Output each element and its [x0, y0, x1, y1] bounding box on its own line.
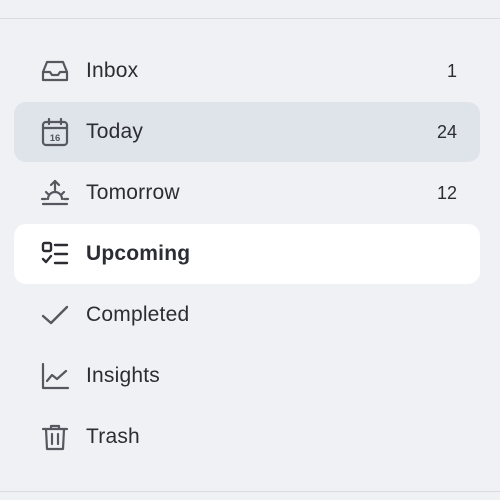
- sidebar-item-upcoming[interactable]: Upcoming: [14, 224, 480, 284]
- sidebar-item-today[interactable]: 16 Today 24: [14, 102, 480, 162]
- calendar-today-icon: 16: [38, 115, 72, 149]
- sidebar-item-label: Upcoming: [86, 242, 191, 265]
- sidebar-item-completed[interactable]: Completed: [14, 285, 480, 345]
- trash-icon: [38, 420, 72, 454]
- sidebar-item-label: Tomorrow: [86, 181, 180, 204]
- sidebar-item-trash[interactable]: Trash: [14, 407, 480, 467]
- calendar-day-text: 16: [50, 133, 61, 144]
- sidebar-item-label: Insights: [86, 364, 160, 387]
- top-divider: [0, 18, 500, 19]
- sidebar-item-inbox[interactable]: Inbox 1: [14, 41, 480, 101]
- sidebar-item-label: Completed: [86, 303, 190, 326]
- sunrise-icon: [38, 176, 72, 210]
- sidebar-item-label: Inbox: [86, 59, 139, 82]
- bottom-divider: [0, 491, 500, 492]
- line-chart-icon: [38, 359, 72, 393]
- sidebar-item-count: 1: [446, 60, 457, 81]
- sidebar-item-count: 12: [436, 182, 457, 203]
- checkmark-icon: [38, 298, 72, 332]
- sidebar-item-label: Today: [86, 120, 144, 143]
- inbox-icon: [38, 54, 72, 88]
- sidebar-item-label: Trash: [86, 425, 140, 448]
- sidebar-item-insights[interactable]: Insights: [14, 346, 480, 406]
- sidebar-item-count: 24: [436, 121, 457, 142]
- sidebar-nav: Inbox 1 16 Today 24 Tomorrow 12 Upcoming…: [14, 41, 480, 468]
- checklist-icon: [38, 237, 72, 271]
- sidebar-item-tomorrow[interactable]: Tomorrow 12: [14, 163, 480, 223]
